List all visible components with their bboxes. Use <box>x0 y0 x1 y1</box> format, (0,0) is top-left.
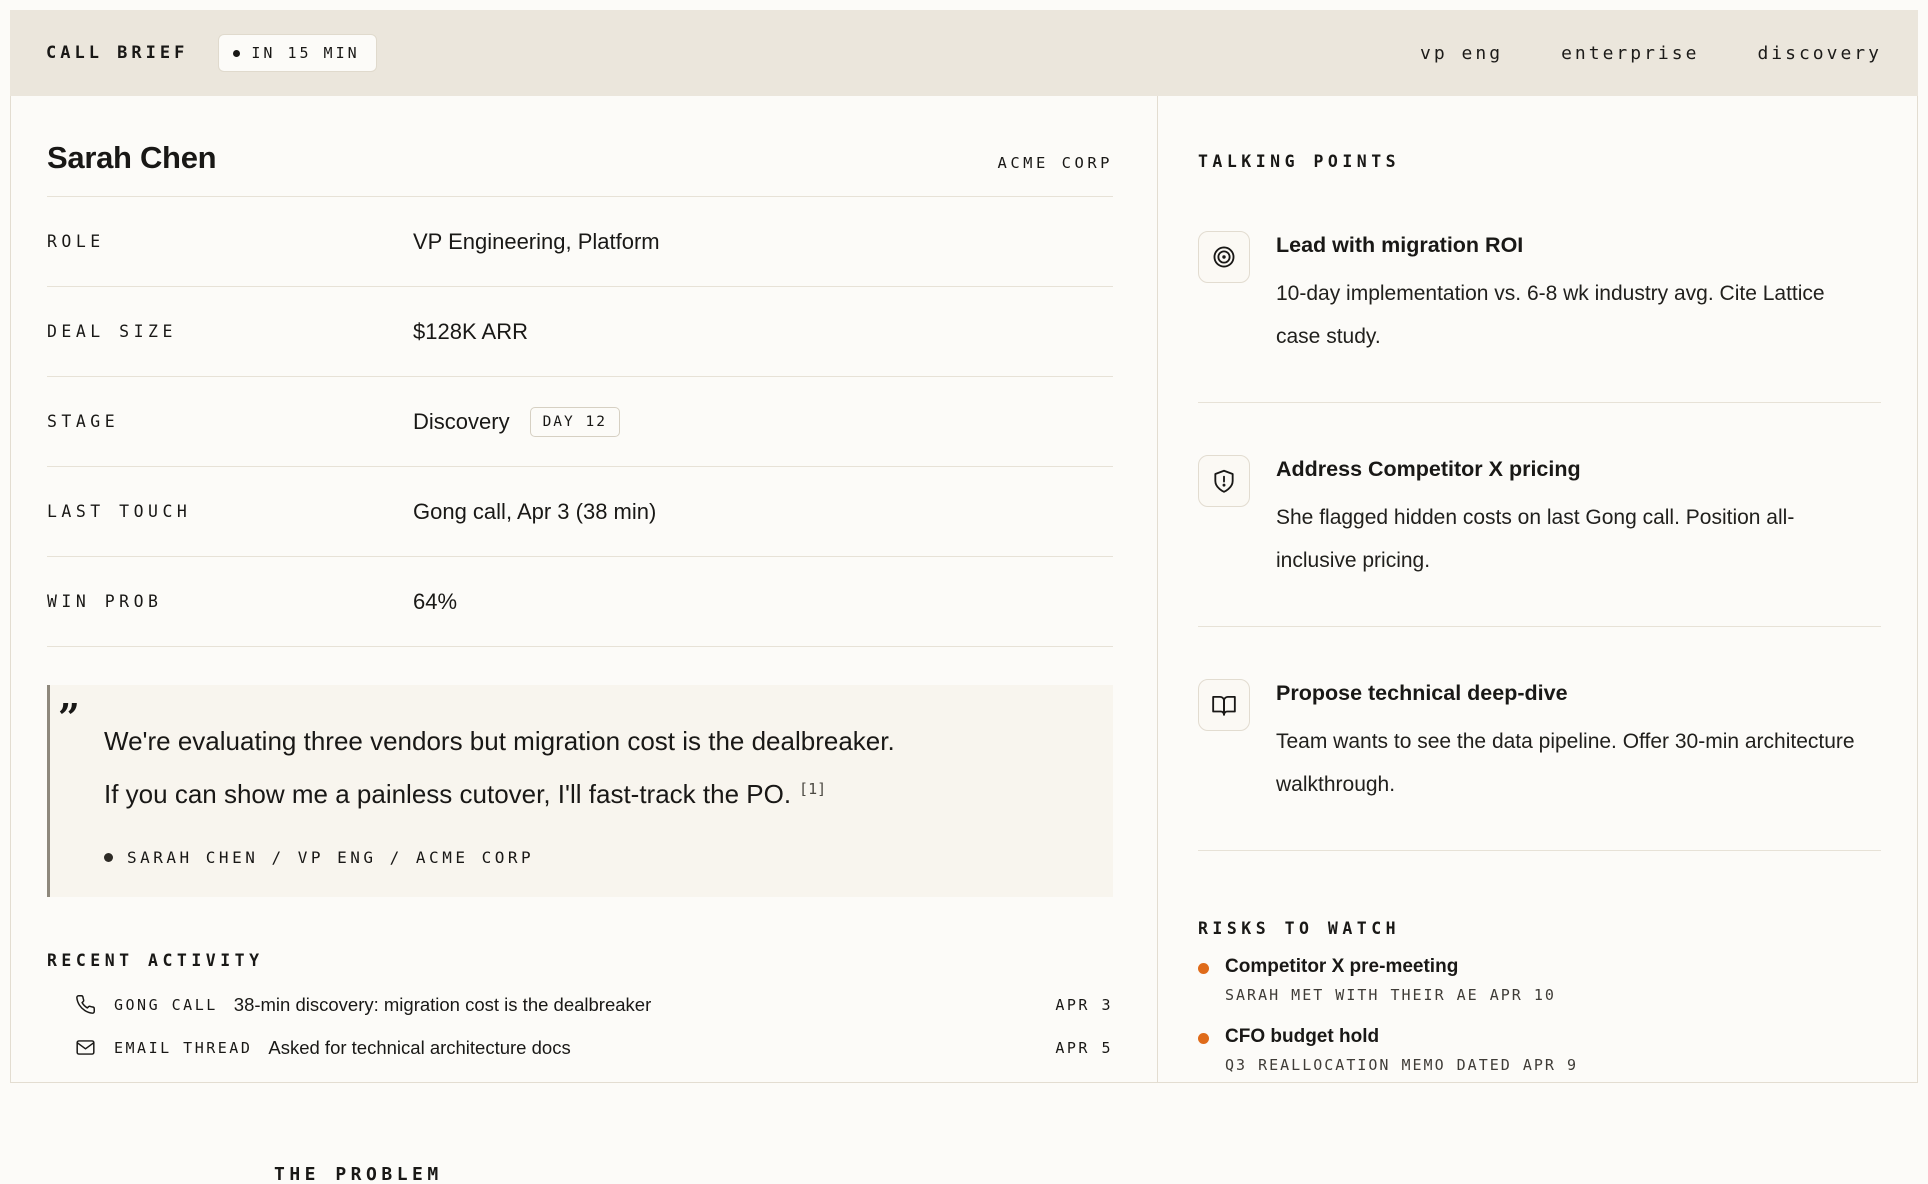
talking-point-item: Propose technical deep-dive Team wants t… <box>1198 627 1881 851</box>
field-row-role: ROLE VP Engineering, Platform <box>47 197 1113 287</box>
attribution-dot-icon <box>104 853 113 862</box>
risks-heading: RISKS TO WATCH <box>1198 919 1881 938</box>
stage-day-badge: DAY 12 <box>530 407 620 437</box>
field-row-stage: STAGE Discovery DAY 12 <box>47 377 1113 467</box>
quote-attribution: SARAH CHEN / VP ENG / ACME CORP <box>104 848 1083 867</box>
activity-text: 38-min discovery: migration cost is the … <box>234 994 651 1016</box>
tag-discovery[interactable]: discovery <box>1757 43 1882 64</box>
talking-point-icon-box <box>1198 679 1250 731</box>
field-row-last-touch: LAST TOUCH Gong call, Apr 3 (38 min) <box>47 467 1113 557</box>
risk-content: CFO budget hold Q3 REALLOCATION MEMO DAT… <box>1225 1026 1578 1074</box>
talking-point-content: Address Competitor X pricing She flagged… <box>1276 455 1861 582</box>
field-label: STAGE <box>47 412 413 431</box>
target-icon <box>1211 244 1237 270</box>
talking-point-desc: Team wants to see the data pipeline. Off… <box>1276 720 1861 806</box>
talking-point-title: Propose technical deep-dive <box>1276 681 1861 706</box>
quote-block: ” We're evaluating three vendors but mig… <box>47 685 1113 897</box>
tag-enterprise[interactable]: enterprise <box>1561 43 1699 64</box>
field-value-text: VP Engineering, Platform <box>413 229 660 255</box>
field-row-deal-size: DEAL SIZE $128K ARR <box>47 287 1113 377</box>
activity-type: EMAIL THREAD <box>114 1039 252 1057</box>
book-open-icon <box>1211 692 1237 718</box>
talking-point-title: Lead with migration ROI <box>1276 233 1861 258</box>
recent-activity-section: RECENT ACTIVITY GONG CALL 38-min discove… <box>47 951 1113 1059</box>
talking-point-desc: She flagged hidden costs on last Gong ca… <box>1276 496 1861 582</box>
prospect-name: Sarah Chen <box>47 140 216 176</box>
activity-row-gong-call[interactable]: GONG CALL 38-min discovery: migration co… <box>47 994 1113 1016</box>
talking-point-icon-box <box>1198 231 1250 283</box>
risk-detail: Q3 REALLOCATION MEMO DATED APR 9 <box>1225 1056 1578 1074</box>
quote-mark-icon: ” <box>58 699 80 737</box>
talking-point-content: Propose technical deep-dive Team wants t… <box>1276 679 1861 806</box>
talking-point-item: Lead with migration ROI 10-day implement… <box>1198 207 1881 403</box>
page-title: CALL BRIEF <box>46 43 188 63</box>
field-value: Gong call, Apr 3 (38 min) <box>413 499 656 525</box>
phone-icon <box>75 994 96 1015</box>
risk-item: CFO budget hold Q3 REALLOCATION MEMO DAT… <box>1198 1026 1881 1074</box>
field-value: 64% <box>413 589 457 615</box>
risk-title: CFO budget hold <box>1225 1026 1578 1048</box>
activity-date: APR 5 <box>1055 1039 1113 1057</box>
talking-point-item: Address Competitor X pricing She flagged… <box>1198 403 1881 627</box>
risk-content: Competitor X pre-meeting SARAH MET WITH … <box>1225 956 1556 1004</box>
mail-icon <box>75 1037 96 1058</box>
quote-line-text: If you can show me a painless cutover, I… <box>104 779 791 809</box>
countdown-badge: IN 15 MIN <box>218 34 376 72</box>
field-label: WIN PROB <box>47 592 413 611</box>
recent-activity-heading: RECENT ACTIVITY <box>47 951 1113 970</box>
talking-point-title: Address Competitor X pricing <box>1276 457 1861 482</box>
talking-point-desc: 10-day implementation vs. 6-8 wk industr… <box>1276 272 1861 358</box>
attribution-text: SARAH CHEN / VP ENG / ACME CORP <box>127 848 534 867</box>
brief-card: Sarah Chen ACME CORP ROLE VP Engineering… <box>10 96 1918 1083</box>
activity-row-email-thread[interactable]: EMAIL THREAD Asked for technical archite… <box>47 1037 1113 1059</box>
risk-list: Competitor X pre-meeting SARAH MET WITH … <box>1198 956 1881 1074</box>
activity-type: GONG CALL <box>114 996 218 1014</box>
activity-date: APR 3 <box>1055 996 1113 1014</box>
countdown-label: IN 15 MIN <box>251 44 359 62</box>
quote-line: We're evaluating three vendors but migra… <box>104 715 1083 768</box>
next-section-heading: THE PROBLEM <box>274 1164 443 1184</box>
field-value: VP Engineering, Platform <box>413 229 660 255</box>
activity-rows: GONG CALL 38-min discovery: migration co… <box>47 994 1113 1059</box>
talking-points-heading: TALKING POINTS <box>1198 152 1881 171</box>
prospect-header: Sarah Chen ACME CORP <box>47 140 1113 197</box>
field-value-text: $128K ARR <box>413 319 528 345</box>
quote-line: If you can show me a painless cutover, I… <box>104 768 1083 821</box>
risks-section: RISKS TO WATCH Competitor X pre-meeting … <box>1198 919 1881 1074</box>
countdown-dot-icon <box>233 50 240 57</box>
risk-bullet-icon <box>1198 1033 1209 1044</box>
risk-title: Competitor X pre-meeting <box>1225 956 1556 978</box>
activity-text: Asked for technical architecture docs <box>268 1037 570 1059</box>
quote-citation: [1] <box>799 780 826 798</box>
company-label: ACME CORP <box>998 154 1114 172</box>
field-value-text: 64% <box>413 589 457 615</box>
field-value: $128K ARR <box>413 319 528 345</box>
risk-detail: SARAH MET WITH THEIR AE APR 10 <box>1225 986 1556 1004</box>
prospect-column: Sarah Chen ACME CORP ROLE VP Engineering… <box>11 96 1158 1082</box>
field-label: LAST TOUCH <box>47 502 413 521</box>
talking-point-icon-box <box>1198 455 1250 507</box>
shield-icon <box>1211 468 1237 494</box>
header-bar: CALL BRIEF IN 15 MIN vp eng enterprise d… <box>10 10 1918 96</box>
header-tags: vp eng enterprise discovery <box>1420 43 1882 64</box>
field-label: ROLE <box>47 232 413 251</box>
field-value: Discovery DAY 12 <box>413 407 620 437</box>
tag-vp-eng[interactable]: vp eng <box>1420 43 1503 64</box>
field-value-text: Discovery <box>413 409 510 435</box>
risk-bullet-icon <box>1198 963 1209 974</box>
field-value-text: Gong call, Apr 3 (38 min) <box>413 499 656 525</box>
talking-points-column: TALKING POINTS Lead with migration ROI 1… <box>1158 96 1917 1082</box>
quote-text: We're evaluating three vendors but migra… <box>104 715 1083 822</box>
field-label: DEAL SIZE <box>47 322 413 341</box>
field-row-win-prob: WIN PROB 64% <box>47 557 1113 647</box>
talking-point-content: Lead with migration ROI 10-day implement… <box>1276 231 1861 358</box>
risk-item: Competitor X pre-meeting SARAH MET WITH … <box>1198 956 1881 1004</box>
call-brief-page: CALL BRIEF IN 15 MIN vp eng enterprise d… <box>0 0 1928 1184</box>
